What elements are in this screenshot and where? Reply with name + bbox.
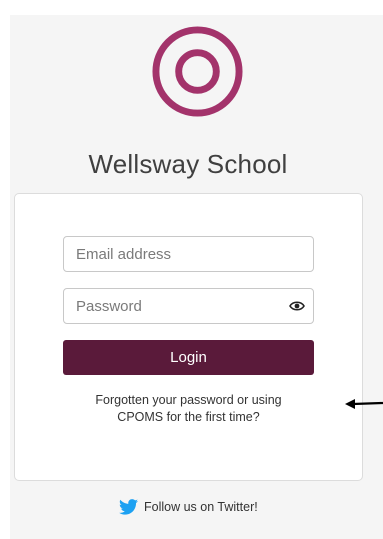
- twitter-link[interactable]: Follow us on Twitter!: [119, 497, 258, 517]
- forgot-password-line-2: CPOMS for the first time?: [117, 410, 260, 424]
- eye-icon[interactable]: [289, 300, 305, 312]
- forgot-password-link[interactable]: Forgotten your password or using CPOMS f…: [63, 392, 314, 426]
- arrow-left-icon: [345, 399, 383, 409]
- twitter-label: Follow us on Twitter!: [144, 500, 258, 514]
- ring-logo-icon: [152, 26, 243, 117]
- twitter-bird-icon: [119, 499, 138, 515]
- login-page: Wellsway School Login Forgotten your pas…: [10, 15, 383, 539]
- login-card: Login Forgotten your password or using C…: [14, 193, 363, 481]
- email-input[interactable]: [63, 236, 314, 272]
- password-input[interactable]: [63, 288, 314, 324]
- forgot-password-line-1: Forgotten your password or using: [95, 393, 282, 407]
- school-name: Wellsway School: [88, 149, 288, 179]
- login-button[interactable]: Login: [63, 340, 314, 375]
